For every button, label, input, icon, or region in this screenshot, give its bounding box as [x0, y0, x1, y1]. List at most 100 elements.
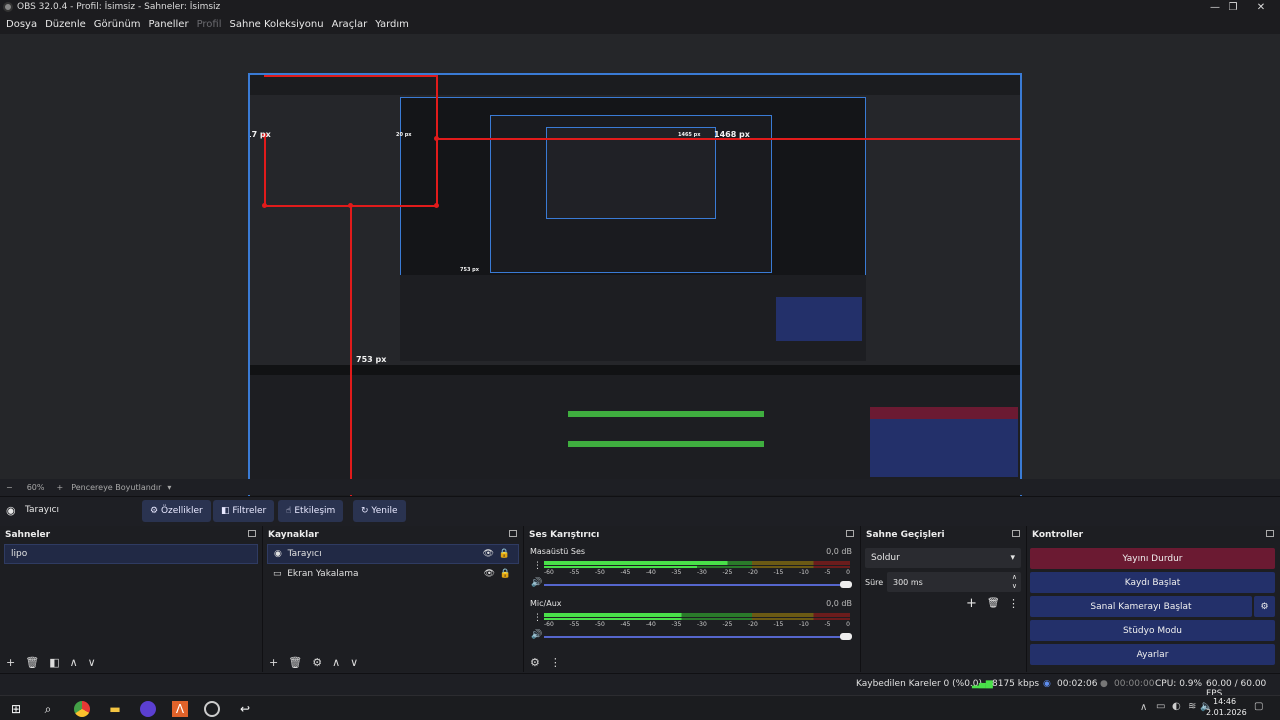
search-icon[interactable]: ⌕: [40, 701, 56, 717]
eye-icon[interactable]: 👁: [484, 569, 495, 579]
menu-view[interactable]: Görünüm: [90, 19, 145, 30]
kebab-icon[interactable]: ⋮: [533, 561, 542, 571]
arrow-up-icon[interactable]: ∧: [70, 656, 78, 669]
scenes-dock: Sahneler lipo + 🗑 ◧ ∧ ∨: [0, 526, 262, 672]
spin-down-icon[interactable]: ∨: [1012, 582, 1017, 590]
add-icon[interactable]: +: [6, 656, 15, 669]
record-time: 00:00:00: [1114, 679, 1155, 689]
menu-docks[interactable]: Paneller: [145, 19, 193, 30]
arrow-down-icon[interactable]: ∨: [350, 656, 358, 669]
undock-icon[interactable]: [509, 530, 517, 537]
stop-streaming-button[interactable]: Yayını Durdur: [1030, 548, 1275, 569]
zoom-bar: − 60% + Pencereye Boyutlandır ▾: [0, 479, 1280, 495]
app-icon[interactable]: Λ: [172, 701, 188, 717]
source-item-screen[interactable]: ▭ Ekran Yakalama 👁 🔒: [267, 564, 519, 584]
eye-icon[interactable]: 👁: [483, 549, 494, 559]
trash-icon[interactable]: 🗑: [987, 598, 1000, 609]
notification-icon[interactable]: ▢: [1254, 701, 1263, 712]
source-toolbar: ◉ Tarayıcı ⚙ Özellikler ◧ Filtreler ☝ Et…: [0, 496, 1280, 524]
source-item-browser[interactable]: ◉ Tarayıcı 👁 🔒: [267, 544, 519, 564]
menu-scene-collection[interactable]: Sahne Koleksiyonu: [226, 19, 328, 30]
lock-icon[interactable]: 🔒: [500, 569, 511, 579]
scenes-title: Sahneler: [5, 530, 51, 540]
transition-select[interactable]: Soldur ▾: [865, 548, 1021, 568]
zoom-mode-select[interactable]: Pencereye Boyutlandır: [71, 483, 161, 492]
studio-mode-button[interactable]: Stüdyo Modu: [1030, 620, 1275, 641]
back-arrow-icon[interactable]: ↩: [237, 701, 253, 717]
chevron-down-icon: ▾: [1010, 553, 1015, 563]
trash-icon[interactable]: 🗑: [25, 656, 39, 669]
speaker-icon[interactable]: 🔊: [531, 578, 542, 588]
gear-icon: ⚙: [150, 506, 159, 516]
nested-measure-bottom: 753 px: [460, 267, 479, 273]
kebab-icon[interactable]: ⋮: [550, 656, 561, 669]
transitions-title: Sahne Geçişleri: [866, 530, 945, 540]
chevron-down-icon[interactable]: ▾: [167, 483, 171, 492]
volume-slider-handle[interactable]: [840, 633, 852, 640]
interact-button[interactable]: ☝ Etkileşim: [278, 500, 344, 522]
arrow-down-icon[interactable]: ∨: [88, 656, 96, 669]
arrow-up-icon[interactable]: ∧: [332, 656, 340, 669]
mixer-channel-mic: Mic/Aux 0,0 dB ⋮ -60 -55 -50 -45 -40 -35 -30 -2…: [524, 596, 860, 648]
menu-edit[interactable]: Düzenle: [41, 19, 90, 30]
start-virtual-camera-button[interactable]: Sanal Kamerayı Başlat: [1030, 596, 1252, 617]
advanced-audio-icon[interactable]: ⚙: [530, 656, 540, 669]
wifi-icon[interactable]: ≋: [1188, 701, 1196, 712]
properties-button[interactable]: ⚙ Özellikler: [142, 500, 211, 522]
measure-left: 17 px: [248, 130, 271, 139]
menu-profile[interactable]: Profil: [193, 19, 226, 30]
kebab-icon[interactable]: ⋮: [533, 613, 542, 623]
add-icon[interactable]: +: [269, 656, 278, 669]
mixer-title: Ses Karıştırıcı: [529, 530, 600, 540]
title-bar: OBS 32.0.4 - Profil: İsimsiz - Sahneler:…: [0, 0, 1280, 14]
stream-time: 00:02:06: [1057, 679, 1098, 689]
menu-file[interactable]: Dosya: [2, 19, 41, 30]
windows-start-icon[interactable]: ⊞: [8, 701, 24, 717]
sources-dock: Kaynaklar ◉ Tarayıcı 👁 🔒 ▭ Ekran Yakalam…: [262, 526, 523, 672]
preview-canvas[interactable]: 17 px 1468 px 753 px 20 px 1465 px 753 p…: [0, 34, 1280, 509]
zoom-out-button[interactable]: −: [6, 483, 13, 492]
gear-icon[interactable]: ⚙: [312, 656, 322, 669]
nested-measure-right: 1465 px: [678, 132, 701, 138]
maximize-button[interactable]: ❐: [1220, 0, 1246, 14]
discord-icon[interactable]: [140, 701, 156, 717]
chevron-up-icon[interactable]: ∧: [1140, 702, 1147, 713]
filter-icon[interactable]: ◧: [49, 656, 59, 669]
undock-icon[interactable]: [248, 530, 256, 537]
mixer-channel-desktop: Masaüstü Ses 0,0 dB ⋮ -60 -55 -50 -45 -40 -35…: [524, 544, 860, 596]
audio-mixer-dock: Ses Karıştırıcı Masaüstü Ses 0,0 dB ⋮ -6…: [523, 526, 860, 672]
network-icon[interactable]: ▭: [1156, 701, 1165, 712]
settings-button[interactable]: Ayarlar: [1030, 644, 1275, 665]
file-explorer-icon[interactable]: ▬: [107, 701, 123, 717]
speaker-icon[interactable]: 🔊: [531, 630, 542, 640]
undock-icon[interactable]: [1012, 530, 1020, 537]
volume-slider[interactable]: [544, 584, 850, 586]
screen-capture-source[interactable]: 17 px 1468 px 753 px 20 px 1465 px 753 p…: [248, 73, 1022, 509]
channel-name: Masaüstü Ses: [530, 547, 586, 556]
spin-up-icon[interactable]: ∧: [1012, 573, 1017, 581]
menu-tools[interactable]: Araçlar: [328, 19, 372, 30]
obs-icon[interactable]: [204, 701, 220, 717]
add-icon[interactable]: +: [966, 596, 977, 611]
lock-icon[interactable]: 🔒: [499, 549, 510, 559]
duration-spinbox[interactable]: 300 ms ∧ ∨: [887, 572, 1021, 592]
refresh-button[interactable]: ↻ Yenile: [353, 500, 406, 522]
start-recording-button[interactable]: Kaydı Başlat: [1030, 572, 1275, 593]
gear-icon[interactable]: ⚙: [1254, 596, 1275, 617]
trash-icon[interactable]: 🗑: [288, 656, 302, 669]
current-source-label: Tarayıcı: [25, 505, 60, 515]
kebab-icon[interactable]: ⋮: [1008, 597, 1019, 610]
volume-slider-handle[interactable]: [840, 581, 852, 588]
filters-button[interactable]: ◧ Filtreler: [213, 500, 275, 522]
undock-icon[interactable]: [1266, 530, 1274, 537]
volume-slider[interactable]: [544, 636, 850, 638]
undock-icon[interactable]: [846, 530, 854, 537]
zoom-in-button[interactable]: +: [56, 483, 63, 492]
obs-tray-icon[interactable]: ◐: [1172, 701, 1181, 712]
scene-item[interactable]: lipo: [4, 544, 258, 564]
menu-help[interactable]: Yardım: [371, 19, 413, 30]
filter-icon: ◧: [221, 506, 230, 516]
close-button[interactable]: ✕: [1248, 0, 1274, 14]
nested-measure-left: 20 px: [396, 132, 412, 138]
chrome-icon[interactable]: [74, 701, 90, 717]
